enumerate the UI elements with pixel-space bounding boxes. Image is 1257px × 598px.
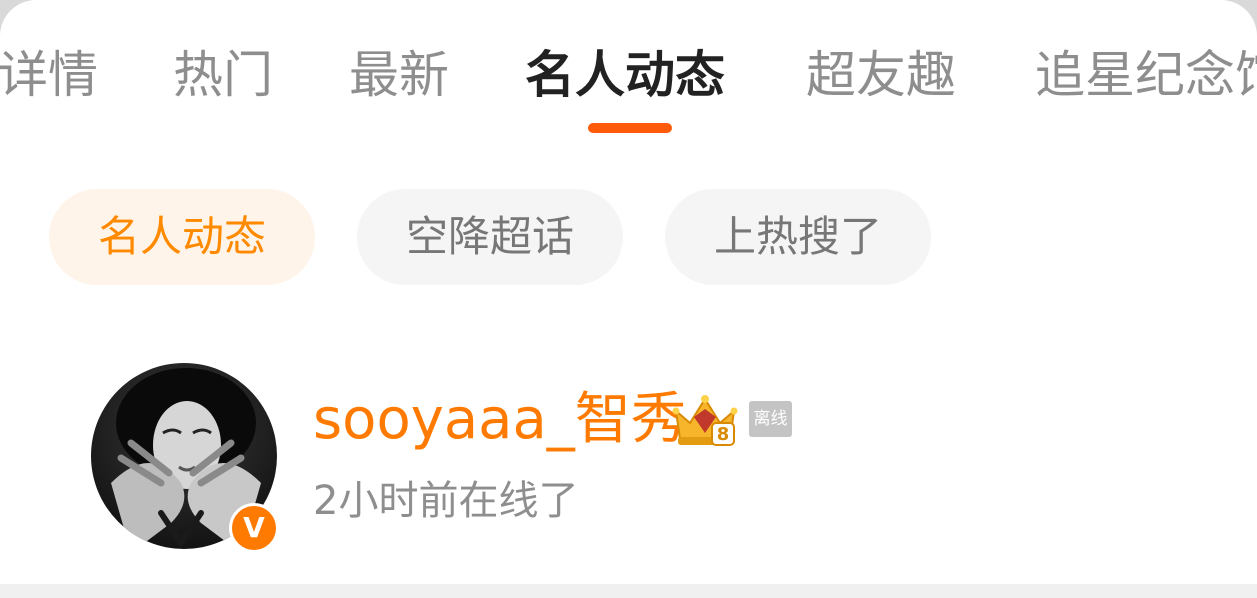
chip-trending[interactable]: 上热搜了 xyxy=(665,189,931,285)
content-card: 详情 热门 最新 名人动态 超友趣 追星纪念馆 名人动态 空降超话 上热搜了 xyxy=(0,0,1257,584)
level-number: 8 xyxy=(717,424,730,445)
tab-latest[interactable]: 最新 xyxy=(349,40,449,110)
tab-super-fun[interactable]: 超友趣 xyxy=(806,40,956,110)
chip-airdrop-topics[interactable]: 空降超话 xyxy=(357,189,623,285)
offline-status-badge: 离线 xyxy=(749,401,792,437)
active-tab-indicator xyxy=(588,123,672,133)
tab-hot[interactable]: 热门 xyxy=(173,40,273,110)
verified-badge: V xyxy=(229,503,279,553)
crown-level-icon: 8 xyxy=(672,395,738,446)
last-online-text: 2小时前在线了 xyxy=(313,478,579,524)
tab-details[interactable]: 详情 xyxy=(0,40,98,110)
tab-celebrity-updates[interactable]: 名人动态 xyxy=(525,40,725,110)
tab-fan-memorial[interactable]: 追星纪念馆 xyxy=(1035,40,1257,110)
section-divider xyxy=(0,584,1257,598)
top-tab-bar: 详情 热门 最新 名人动态 超友趣 追星纪念馆 xyxy=(0,40,1257,110)
chip-celebrity-updates[interactable]: 名人动态 xyxy=(49,189,315,285)
username[interactable]: sooyaaa_智秀 xyxy=(313,388,687,452)
